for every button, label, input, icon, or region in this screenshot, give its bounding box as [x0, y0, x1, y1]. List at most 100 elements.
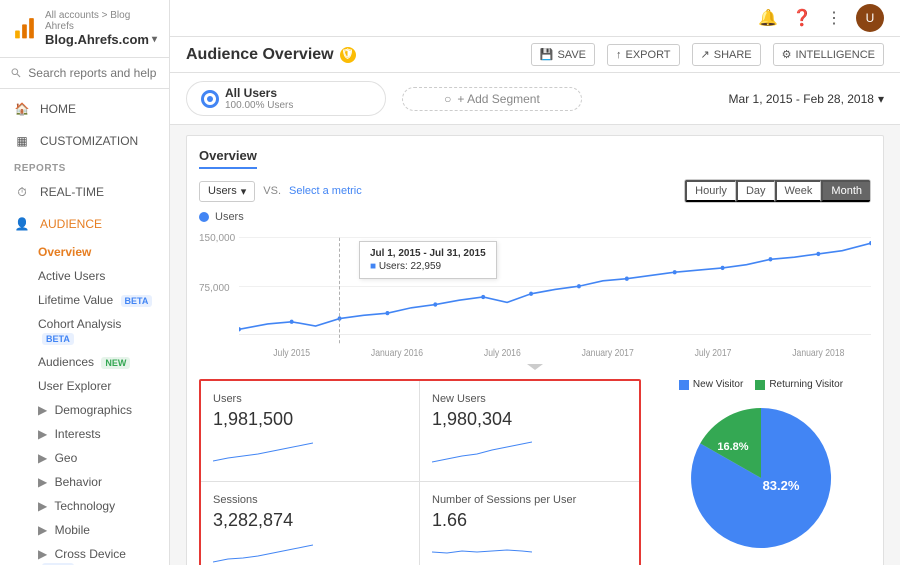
overview-tab[interactable]: Overview [199, 148, 257, 169]
sidebar-subitem-geo[interactable]: ▶ Geo [0, 446, 169, 470]
segment-pill[interactable]: All Users 100.00% Users [186, 81, 386, 116]
segment-dot-inner [207, 96, 213, 102]
svg-text:January 2016: January 2016 [371, 348, 423, 359]
new-pct-label: 83.2% [763, 478, 800, 493]
sidebar-subitem-audiences[interactable]: Audiences NEW [0, 350, 169, 374]
person-icon: 👤 [14, 216, 30, 232]
chart-area: Users 150,000 75,000 [199, 211, 871, 371]
search-icon [10, 66, 22, 80]
stat-label-sessions-per-user: Number of Sessions per User [432, 494, 627, 506]
more-icon[interactable]: ⋮ [826, 8, 842, 28]
add-segment-icon: ○ [444, 92, 451, 106]
intelligence-button[interactable]: ⚙ INTELLIGENCE [773, 43, 884, 66]
stat-value-sessions-per-user: 1.66 [432, 510, 627, 531]
site-name[interactable]: Blog.Ahrefs.com ▾ [45, 32, 157, 47]
page-header: Audience Overview 🛡 💾 SAVE ↑ EXPORT ↗ SH… [170, 37, 900, 73]
home-icon: 🏠 [14, 101, 30, 117]
save-icon: 💾 [540, 48, 554, 61]
add-segment-button[interactable]: ○ + Add Segment [402, 87, 582, 111]
returning-visitor-dot [755, 380, 765, 390]
time-btn-month[interactable]: Month [821, 180, 870, 202]
header-icons: 🔔 ❓ ⋮ U [758, 4, 884, 32]
sidebar-nav: 🏠 HOME ▦ CUSTOMIZATION Reports ⏱ REAL-TI… [0, 89, 169, 565]
svg-text:January 2018: January 2018 [792, 348, 844, 359]
pie-chart: 83.2% 16.8% [681, 398, 841, 558]
time-btn-hourly[interactable]: Hourly [685, 180, 736, 202]
share-icon: ↗ [701, 48, 710, 61]
help-icon[interactable]: ❓ [792, 8, 812, 28]
svg-text:January 2017: January 2017 [582, 348, 634, 359]
stat-value-users: 1,981,500 [213, 409, 407, 430]
export-button[interactable]: ↑ EXPORT [607, 44, 680, 66]
sidebar-subitem-behavior[interactable]: ▶ Behavior [0, 470, 169, 494]
stat-label-new-users: New Users [432, 393, 627, 405]
sidebar: All accounts > Blog Ahrefs Blog.Ahrefs.c… [0, 0, 170, 565]
chart-legend: Users [199, 211, 871, 223]
new-visitor-dot [679, 380, 689, 390]
stat-value-new-users: 1,980,304 [432, 409, 627, 430]
stats-grid: Users 1,981,500 New Users 1,980,304 [199, 379, 641, 565]
account-info: All accounts > Blog Ahrefs Blog.Ahrefs.c… [45, 10, 157, 47]
bell-icon[interactable]: 🔔 [758, 8, 778, 28]
sidebar-subitem-active-users[interactable]: Active Users [0, 264, 169, 288]
sidebar-subitem-demographics[interactable]: ▶ Demographics [0, 398, 169, 422]
sidebar-item-customization[interactable]: ▦ CUSTOMIZATION [0, 125, 169, 157]
metric-controls: Users ▾ VS. Select a metric Hourly Day W… [199, 179, 871, 203]
scroll-indicator [525, 360, 545, 375]
returning-pct-label: 16.8% [717, 441, 748, 453]
segment-text: All Users 100.00% Users [225, 86, 293, 111]
search-bar [0, 58, 169, 89]
stats-layout: Users 1,981,500 New Users 1,980,304 [199, 379, 871, 565]
chart-svg: July 2015 January 2016 July 2016 January… [239, 227, 871, 367]
stat-label-sessions: Sessions [213, 494, 407, 506]
returning-visitor-legend: Returning Visitor [755, 379, 843, 390]
new-visitor-legend: New Visitor [679, 379, 743, 390]
dropdown-arrow: ▾ [241, 185, 247, 198]
date-range-picker[interactable]: Mar 1, 2015 - Feb 28, 2018 ▾ [729, 92, 884, 106]
new-badge: NEW [101, 357, 130, 369]
sparkline-sessions [213, 537, 313, 565]
sidebar-subitem-overview[interactable]: Overview [0, 240, 169, 264]
avatar[interactable]: U [856, 4, 884, 32]
google-analytics-logo [12, 13, 37, 45]
sidebar-header: All accounts > Blog Ahrefs Blog.Ahrefs.c… [0, 0, 169, 58]
header-actions: 💾 SAVE ↑ EXPORT ↗ SHARE ⚙ INTELLIGENCE [531, 43, 884, 66]
metric-dropdown[interactable]: Users ▾ [199, 181, 255, 202]
sidebar-subitem-lifetime-value[interactable]: Lifetime Value BETA [0, 288, 169, 312]
main-content: 🔔 ❓ ⋮ U Audience Overview 🛡 💾 SAVE ↑ EXP… [170, 0, 900, 565]
svg-text:July 2016: July 2016 [484, 348, 521, 359]
overview-section: Overview Users ▾ VS. Select a metric Hou… [186, 135, 884, 565]
intelligence-icon: ⚙ [782, 48, 792, 61]
grid-icon: ▦ [14, 133, 30, 149]
sidebar-subitem-user-explorer[interactable]: User Explorer [0, 374, 169, 398]
sidebar-item-audience[interactable]: 👤 AUDIENCE [0, 208, 169, 240]
stat-value-sessions: 3,282,874 [213, 510, 407, 531]
users-legend-dot [199, 212, 209, 222]
sidebar-subitem-technology[interactable]: ▶ Technology [0, 494, 169, 518]
sparkline-sessions-per-user [432, 537, 532, 565]
sidebar-subitem-cross-device[interactable]: ▶ Cross Device BETA [0, 542, 169, 565]
reports-label: Reports [0, 157, 169, 176]
time-btn-week[interactable]: Week [775, 180, 822, 202]
share-button[interactable]: ↗ SHARE [692, 43, 761, 66]
sparkline-new-users [432, 436, 532, 466]
sidebar-subitem-interests[interactable]: ▶ Interests [0, 422, 169, 446]
sidebar-item-realtime[interactable]: ⏱ REAL-TIME [0, 176, 169, 208]
search-input[interactable] [28, 66, 159, 80]
select-metric[interactable]: Select a metric [289, 185, 362, 197]
sidebar-subitem-mobile[interactable]: ▶ Mobile [0, 518, 169, 542]
stat-cell-users: Users 1,981,500 [201, 381, 420, 482]
time-btn-day[interactable]: Day [736, 180, 775, 202]
time-controls: Hourly Day Week Month [684, 179, 871, 203]
sidebar-item-home[interactable]: 🏠 HOME [0, 93, 169, 125]
save-button[interactable]: 💾 SAVE [531, 43, 595, 66]
y-label-150k: 150,000 [199, 233, 235, 244]
y-label-75k: 75,000 [199, 283, 230, 294]
svg-text:July 2015: July 2015 [273, 348, 310, 359]
verified-icon: 🛡 [340, 47, 356, 63]
clock-icon: ⏱ [14, 184, 30, 200]
beta-badge: BETA [121, 295, 153, 307]
sparkline-users [213, 436, 313, 466]
stat-cell-sessions: Sessions 3,282,874 [201, 482, 420, 565]
sidebar-subitem-cohort-analysis[interactable]: Cohort Analysis BETA [0, 312, 169, 350]
